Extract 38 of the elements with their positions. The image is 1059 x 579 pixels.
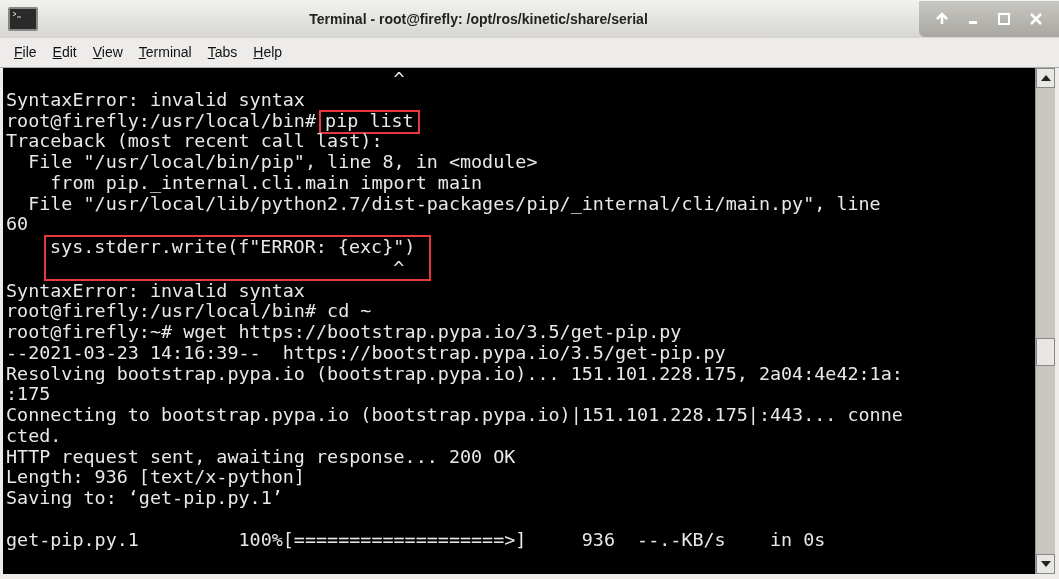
terminal-line: Traceback (most recent call last): <box>6 131 384 152</box>
menu-item[interactable]: Help <box>247 42 289 63</box>
terminal-line: 60 <box>6 214 30 235</box>
terminal-line: HTTP request sent, awaiting response... 200 OK <box>6 446 517 468</box>
menu-item[interactable]: Terminal <box>132 42 198 63</box>
terminal-line: get-pip.py.1 100%[===================>] 936 --.-KB/s in 0s <box>6 529 827 551</box>
scroll-down-icon[interactable] <box>1036 554 1055 574</box>
scroll-up-icon[interactable] <box>1036 68 1055 88</box>
terminal-line: Saving to: ‘get-pip.py.1’ <box>6 488 284 509</box>
scrollbar[interactable] <box>1035 68 1055 574</box>
terminal-line: :175 <box>6 384 51 405</box>
terminal-line: cted. <box>6 425 62 447</box>
window-title: Terminal - root@firefly: /opt/ros/kinetic/share/serial <box>308 9 649 29</box>
terminal-line: from pip._internal.cli.main import main <box>49 172 484 194</box>
terminal-line: Length: 936 [text/x-python] <box>6 467 306 488</box>
terminal-line: ^ <box>392 257 406 279</box>
close-icon[interactable] <box>1029 12 1043 26</box>
terminal-line: SyntaxError: invalid syntax <box>6 280 306 302</box>
terminal-line: root@firefly:/usr/local/bin# cd ~ <box>6 301 373 322</box>
terminal-line: --2021-03-23 14:16:39-- https://bootstrap.pypa.io/3.5/get-pip.py <box>6 342 727 364</box>
terminal-line: File "/usr/local/bin/pip", line 8, in <module> <box>27 152 539 173</box>
prompt-text: root@firefly:/usr/local/bin# <box>6 110 318 132</box>
terminal-line: ^ <box>392 69 406 90</box>
menu-item[interactable]: Edit <box>46 42 83 63</box>
terminal-line: Resolving bootstrap.pypa.io (bootstrap.pypa.io)... 151.101.228.175, 2a04:4e42:1a: <box>6 363 904 385</box>
menu-item[interactable]: Tabs <box>201 42 244 63</box>
highlighted-command: pip list <box>321 111 418 132</box>
terminal-line: root@firefly:~# wget https://bootstrap.pypa.io/3.5/get-pip.py <box>6 322 683 343</box>
terminal-line: Connecting to bootstrap.pypa.io (bootstrap.pypa.io)|151.101.228.175|:443... conne <box>6 405 904 426</box>
raise-icon[interactable] <box>935 12 949 26</box>
scroll-thumb[interactable] <box>1036 338 1055 366</box>
terminal-line: SyntaxError: invalid syntax <box>6 89 306 111</box>
terminal-line: sys.stderr.write(f"ERROR: {exc}") <box>50 237 417 258</box>
menu-item[interactable]: View <box>86 42 129 63</box>
maximize-icon[interactable] <box>997 12 1011 26</box>
menu-item[interactable]: File <box>8 42 43 63</box>
terminal-line: File "/usr/local/lib/python2.7/dist-packages/pip/_internal/cli/main.py", line <box>27 193 882 215</box>
terminal-icon <box>8 7 38 31</box>
